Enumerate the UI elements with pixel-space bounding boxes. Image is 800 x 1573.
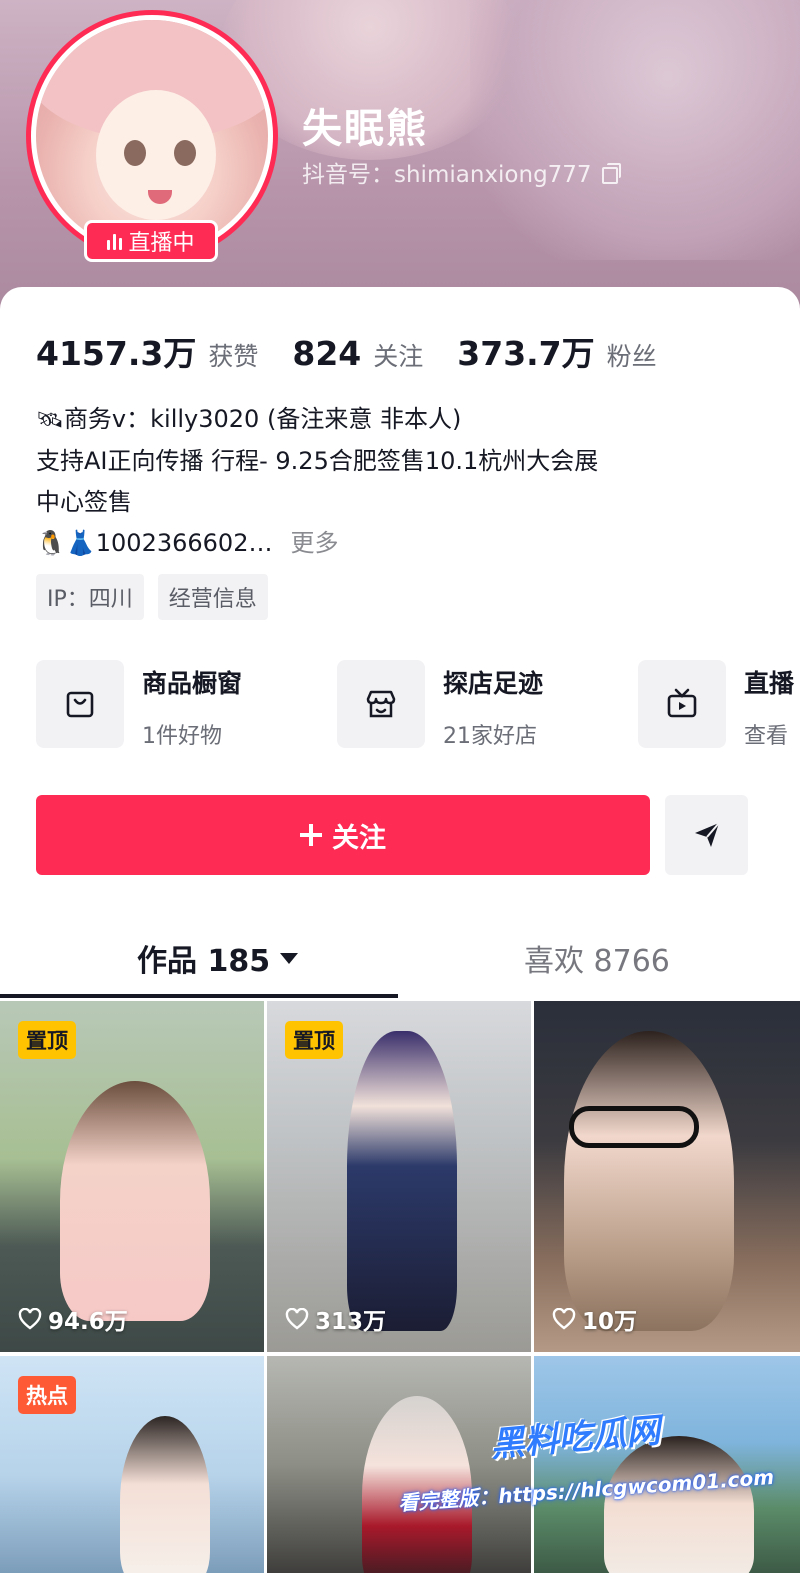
business-info-tag[interactable]: 经营信息 <box>157 574 268 620</box>
content-tabs: 作品 185 喜欢 8766 <box>0 912 800 1000</box>
tab-works[interactable]: 作品 185 <box>137 936 299 980</box>
followers-count[interactable]: 373.7万 <box>457 327 594 375</box>
tab-likes[interactable]: 喜欢 8766 <box>524 936 670 980</box>
likes-label[interactable]: 获赞 <box>208 337 258 373</box>
pinned-badge: 置顶 <box>285 1021 343 1059</box>
douyin-id-text: 抖音号：shimianxiong777 <box>302 162 592 188</box>
video-likes: 10万 <box>552 1302 637 1336</box>
video-tile[interactable]: 置顶 313万 <box>267 1001 531 1352</box>
tv-icon <box>638 660 726 748</box>
feature-subtitle: 查看 <box>744 724 789 749</box>
video-likes: 313万 <box>285 1302 386 1336</box>
feature-subtitle: 1件好物 <box>142 724 222 749</box>
follow-button[interactable]: 关注 <box>36 795 650 875</box>
profile-panel: 4157.3万 获赞 824 关注 373.7万 粉丝 🛰商务v：killy30… <box>0 287 800 1007</box>
bio-more-link[interactable]: 更多 <box>290 529 338 557</box>
plus-icon <box>300 824 322 846</box>
likes-count[interactable]: 4157.3万 <box>36 327 196 375</box>
bio-line-1: 🛰商务v：killy3020 (备注来意 非本人) <box>36 399 766 441</box>
bio-line-4: 🐧👗1002366602… 更多 <box>36 529 339 557</box>
followers-label[interactable]: 粉丝 <box>607 337 657 373</box>
feature-title: 直播 <box>744 669 795 698</box>
dropdown-triangle-icon[interactable] <box>280 952 299 964</box>
feature-store-visits[interactable]: 探店足迹 21家好店 <box>337 660 543 750</box>
pinned-badge: 置顶 <box>18 1021 76 1059</box>
follow-label: 关注 <box>332 822 386 854</box>
satellite-icon: 🛰 <box>36 408 64 433</box>
send-icon <box>694 822 720 847</box>
video-likes: 94.6万 <box>18 1302 128 1336</box>
video-tile[interactable]: 置顶 94.6万 <box>0 1001 264 1352</box>
bio: 🛰商务v：killy3020 (备注来意 非本人) 支持AI正向传播 行程- 9… <box>36 399 766 564</box>
nickname: 失眠熊 <box>302 106 428 152</box>
tag-row: IP：四川 经营信息 <box>36 574 268 620</box>
video-tile[interactable]: 热点 <box>0 1356 264 1573</box>
heart-icon <box>285 1308 309 1330</box>
shopping-bag-icon <box>36 660 124 748</box>
feature-live[interactable]: 直播 查看 <box>638 660 794 750</box>
feature-subtitle: 21家好店 <box>443 724 537 749</box>
feature-row: 商品橱窗 1件好物 探店足迹 21家好店 直播 查看 <box>36 660 800 756</box>
feature-title: 探店足迹 <box>443 669 544 698</box>
ip-location-tag: IP：四川 <box>36 574 144 620</box>
share-button[interactable] <box>665 795 748 875</box>
live-badge-label: 直播中 <box>128 231 195 256</box>
avatar-image <box>36 20 268 252</box>
feature-shop-window[interactable]: 商品橱窗 1件好物 <box>36 660 242 750</box>
video-tile[interactable]: 10万 <box>534 1001 800 1352</box>
feature-title: 商品橱窗 <box>142 669 243 698</box>
following-label[interactable]: 关注 <box>373 337 423 373</box>
stats-row: 4157.3万 获赞 824 关注 373.7万 粉丝 <box>36 327 691 375</box>
bio-line-3: 中心签售 <box>36 488 132 516</box>
copy-icon[interactable] <box>601 163 621 184</box>
heart-icon <box>18 1308 42 1330</box>
douyin-id[interactable]: 抖音号：shimianxiong777 <box>302 155 621 189</box>
following-count[interactable]: 824 <box>292 334 361 373</box>
hot-badge: 热点 <box>18 1376 76 1414</box>
bio-line-2: 支持AI正向传播 行程- 9.25合肥签售10.1杭州大会展 <box>36 447 599 475</box>
tab-indicator <box>0 994 398 998</box>
live-bars-icon <box>107 232 123 250</box>
heart-icon <box>552 1308 576 1330</box>
store-icon <box>337 660 425 748</box>
live-badge[interactable]: 直播中 <box>84 220 218 262</box>
